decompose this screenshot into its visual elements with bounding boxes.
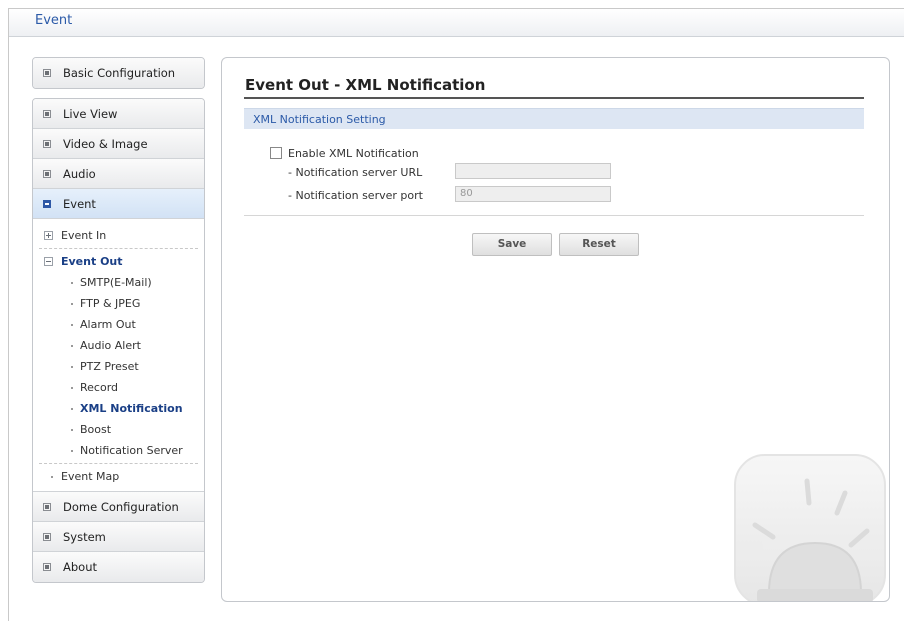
enable-xml-notification-label: Enable XML Notification xyxy=(288,147,419,160)
main-panel: Event Out - XML Notification XML Notific… xyxy=(221,57,890,602)
sidebar-item-label: Dome Configuration xyxy=(63,500,179,514)
divider xyxy=(39,463,198,464)
tree-item-xml-notification[interactable]: XML Notification xyxy=(33,398,204,419)
title-divider xyxy=(244,97,864,99)
alarm-light-watermark-icon xyxy=(734,454,886,601)
window-title: Event xyxy=(35,13,73,28)
expand-box-icon xyxy=(43,563,51,571)
sidebar-item-video-image[interactable]: Video & Image xyxy=(33,129,204,159)
expand-box-icon xyxy=(43,533,51,541)
enable-xml-notification-checkbox[interactable] xyxy=(270,147,282,159)
tree-item-record[interactable]: Record xyxy=(33,377,204,398)
tree-item-label: PTZ Preset xyxy=(80,360,139,373)
expand-box-icon xyxy=(43,69,51,77)
notification-server-url-input[interactable] xyxy=(455,163,611,179)
sidebar-item-label: Live View xyxy=(63,107,118,121)
bullet-icon xyxy=(71,282,73,284)
tree-item-event-in[interactable]: Event In xyxy=(33,225,204,246)
notification-server-url-label: - Notification server URL xyxy=(288,166,423,179)
tree-item-boost[interactable]: Boost xyxy=(33,419,204,440)
tree-item-ptz-preset[interactable]: PTZ Preset xyxy=(33,356,204,377)
tree-item-audio-alert[interactable]: Audio Alert xyxy=(33,335,204,356)
sidebar-item-label: System xyxy=(63,530,106,544)
notification-server-port-label: - Notification server port xyxy=(288,189,423,202)
divider xyxy=(39,248,198,249)
sidebar-main-group: Live View Video & Image Audio Event Even… xyxy=(32,98,205,583)
tree-item-label: XML Notification xyxy=(80,402,183,415)
tree-item-label: Boost xyxy=(80,423,112,436)
bullet-icon xyxy=(71,303,73,305)
plus-icon xyxy=(44,231,53,240)
tree-item-smtp[interactable]: SMTP(E-Mail) xyxy=(33,272,204,293)
sidebar-item-event[interactable]: Event xyxy=(33,189,204,219)
title-bar: Event xyxy=(9,9,904,37)
tree-item-label: Audio Alert xyxy=(80,339,141,352)
tree-item-label: Event Out xyxy=(61,255,123,268)
tree-item-label: Event In xyxy=(61,229,107,242)
sidebar-item-label: Event xyxy=(63,197,96,211)
sidebar-item-label: Audio xyxy=(63,167,96,181)
sidebar-item-label: About xyxy=(63,560,98,574)
sidebar-item-label: Video & Image xyxy=(63,137,148,151)
expand-box-icon xyxy=(43,503,51,511)
notification-server-port-input[interactable]: 80 xyxy=(455,186,611,202)
section-title: XML Notification Setting xyxy=(253,113,386,126)
bullet-icon xyxy=(71,324,73,326)
tree-item-label: Record xyxy=(80,381,119,394)
expand-box-icon xyxy=(43,170,51,178)
tree-item-alarm-out[interactable]: Alarm Out xyxy=(33,314,204,335)
sidebar-item-system[interactable]: System xyxy=(33,522,204,552)
form-divider xyxy=(244,215,864,216)
sidebar-item-dome-configuration[interactable]: Dome Configuration xyxy=(33,492,204,522)
expand-box-icon xyxy=(43,110,51,118)
save-button[interactable]: Save xyxy=(472,233,552,256)
sidebar-item-audio[interactable]: Audio xyxy=(33,159,204,189)
bullet-icon xyxy=(71,450,73,452)
tree-item-label: Notification Server xyxy=(80,444,183,457)
tree-item-event-map[interactable]: Event Map xyxy=(33,466,204,487)
bullet-icon xyxy=(71,429,73,431)
tree-item-label: FTP & JPEG xyxy=(80,297,141,310)
bullet-icon xyxy=(71,408,73,410)
sidebar-basic-group: Basic Configuration xyxy=(32,57,205,89)
sidebar-item-about[interactable]: About xyxy=(33,552,204,582)
expand-box-icon xyxy=(43,140,51,148)
collapse-box-icon xyxy=(43,200,51,208)
reset-button[interactable]: Reset xyxy=(559,233,639,256)
section-header: XML Notification Setting xyxy=(244,108,864,129)
bullet-icon xyxy=(51,476,53,478)
bullet-icon xyxy=(71,345,73,347)
sidebar-item-basic-configuration[interactable]: Basic Configuration xyxy=(33,58,204,88)
sidebar-item-label: Basic Configuration xyxy=(63,66,176,80)
minus-icon xyxy=(44,257,53,266)
event-submenu: Event In Event Out SMTP(E-Mail) FTP & JP… xyxy=(33,219,204,492)
tree-item-notification-server[interactable]: Notification Server xyxy=(33,440,204,461)
tree-item-label: Event Map xyxy=(61,470,120,483)
bullet-icon xyxy=(71,366,73,368)
tree-item-label: SMTP(E-Mail) xyxy=(80,276,152,289)
bullet-icon xyxy=(71,387,73,389)
page-title: Event Out - XML Notification xyxy=(245,76,486,94)
sidebar-item-live-view[interactable]: Live View xyxy=(33,99,204,129)
tree-item-label: Alarm Out xyxy=(80,318,136,331)
tree-item-ftp-jpeg[interactable]: FTP & JPEG xyxy=(33,293,204,314)
tree-item-event-out[interactable]: Event Out xyxy=(33,251,204,272)
